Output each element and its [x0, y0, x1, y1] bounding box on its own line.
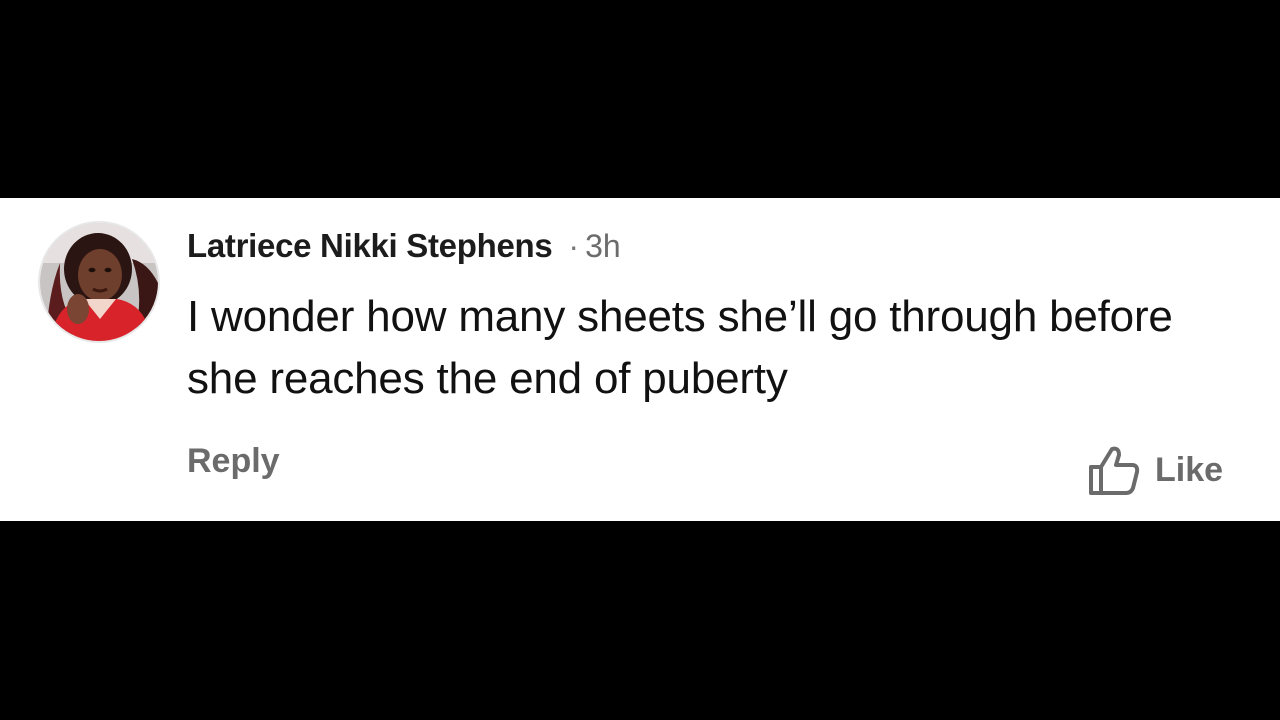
comment-text: I wonder how many sheets she’ll go throu… [187, 292, 1173, 403]
avatar[interactable] [40, 223, 158, 341]
author-name[interactable]: Latriece Nikki Stephens [187, 227, 553, 265]
video-frame: Latriece Nikki Stephens · 3h I wonder ho… [0, 0, 1280, 720]
reply-button[interactable]: Reply [187, 442, 280, 481]
timestamp: 3h [585, 227, 621, 264]
separator-dot: · [568, 227, 580, 264]
comment-card: Latriece Nikki Stephens · 3h I wonder ho… [0, 198, 1280, 521]
avatar-photo [40, 223, 158, 341]
like-label: Like [1155, 450, 1224, 489]
comment-header: Latriece Nikki Stephens · 3h [187, 222, 621, 270]
like-button[interactable]: Like [1087, 444, 1223, 496]
thumbs-up-icon [1087, 443, 1141, 497]
